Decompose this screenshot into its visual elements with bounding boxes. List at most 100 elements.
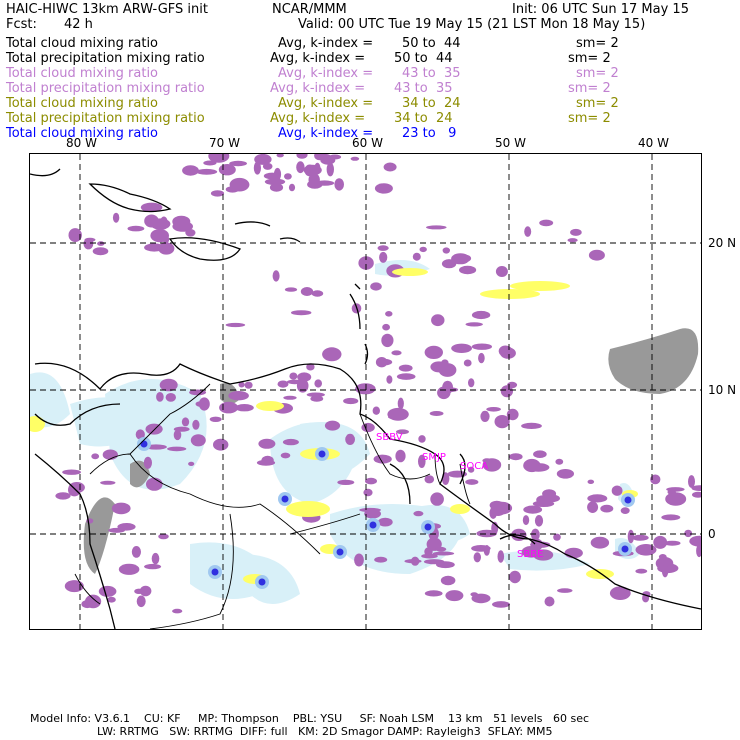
purple-echo — [143, 456, 152, 469]
map-canvas — [30, 154, 701, 629]
purple-echo — [158, 533, 169, 540]
legend-field-name: Total precipitation mixing ratio — [6, 81, 205, 96]
purple-echo — [451, 343, 472, 353]
purple-echo — [696, 544, 701, 558]
purple-echo — [188, 461, 195, 466]
purple-echo — [322, 347, 342, 362]
purple-echo — [397, 397, 404, 410]
blue-core — [281, 495, 289, 503]
purple-echo — [377, 517, 393, 527]
purple-echo — [181, 417, 190, 427]
purple-echo — [297, 372, 312, 382]
purple-echo — [587, 501, 599, 513]
purple-echo — [395, 449, 406, 463]
legend-avg-label: Avg, k-index = — [270, 81, 366, 96]
blue-core — [624, 496, 632, 504]
purple-echo — [283, 395, 297, 400]
purple-echo — [534, 515, 544, 527]
purple-echo — [314, 379, 323, 388]
purple-echo — [117, 523, 136, 531]
purple-echo — [692, 491, 701, 498]
purple-echo — [159, 378, 178, 392]
purple-echo — [463, 359, 472, 367]
purple-echo — [429, 411, 444, 416]
purple-echo — [165, 393, 176, 402]
blue-core — [258, 578, 266, 586]
purple-echo — [445, 590, 464, 602]
purple-echo — [210, 190, 225, 197]
purple-echo — [665, 492, 687, 506]
model-info-line1: Model Info: V3.6.1 CU: KF MP: Thompson P… — [30, 712, 590, 725]
fcst-label: Fcst: — [6, 17, 37, 32]
yellow-echo — [392, 268, 428, 276]
purple-echo — [413, 510, 424, 517]
purple-echo — [635, 544, 657, 556]
purple-echo — [158, 242, 175, 255]
purple-echo — [542, 489, 557, 499]
purple-echo — [136, 595, 146, 608]
purple-echo — [334, 178, 345, 191]
purple-echo — [663, 540, 681, 546]
purple-echo — [296, 154, 308, 159]
legend-avg-label: Avg, k-index = — [270, 51, 366, 66]
purple-echo — [195, 401, 206, 407]
purple-echo — [446, 579, 455, 585]
purple-echo — [435, 546, 447, 552]
purple-echo — [388, 414, 407, 420]
purple-echo — [441, 259, 457, 269]
purple-echo — [471, 343, 492, 350]
purple-echo — [410, 556, 420, 566]
purple-echo — [436, 561, 455, 569]
purple-echo — [438, 363, 457, 377]
purple-echo — [345, 433, 355, 445]
station-label-sbbe: SBBE — [517, 549, 544, 560]
purple-echo — [280, 452, 291, 459]
purple-echo — [118, 563, 140, 575]
purple-echo — [459, 265, 477, 275]
purple-echo — [396, 373, 416, 380]
purple-echo — [98, 585, 117, 597]
legend-field-name: Total cloud mixing ratio — [6, 96, 159, 111]
purple-echo — [264, 178, 286, 186]
purple-echo — [291, 310, 312, 316]
purple-echo — [386, 375, 393, 384]
purple-echo — [377, 245, 389, 251]
purple-echo — [150, 218, 171, 230]
purple-echo — [272, 270, 280, 282]
legend-smoothing: sm= 2 — [568, 81, 611, 96]
purple-echo — [146, 477, 163, 491]
purple-echo — [471, 310, 491, 320]
legend-smoothing: sm= 2 — [576, 66, 619, 81]
purple-echo — [480, 410, 490, 422]
purple-echo — [632, 534, 649, 541]
purple-echo — [379, 251, 388, 263]
purple-echo — [635, 568, 648, 574]
purple-echo — [289, 372, 298, 380]
purple-echo — [219, 401, 239, 414]
legend-range: 34 to 24 — [402, 96, 461, 111]
purple-echo — [83, 238, 94, 250]
blue-core — [424, 523, 432, 531]
model-title: HAIC-HIWC 13km ARW-GFS init — [6, 2, 208, 17]
station-label-sbbv: SBBV — [376, 432, 403, 443]
yellow-echo — [450, 504, 470, 514]
blue-core — [369, 521, 377, 529]
legend-avg-label: Avg, k-index = — [278, 36, 374, 51]
purple-echo — [354, 553, 364, 567]
purple-echo — [490, 504, 506, 516]
purple-echo — [412, 252, 421, 261]
purple-echo — [111, 502, 131, 515]
purple-echo — [288, 183, 296, 192]
purple-echo — [284, 173, 292, 180]
purple-echo — [100, 480, 116, 485]
purple-echo — [365, 477, 377, 485]
lat-label-0: 0 — [708, 527, 716, 541]
purple-echo — [225, 322, 246, 328]
purple-echo — [398, 364, 413, 372]
org-label: NCAR/MMM — [272, 2, 347, 17]
purple-echo — [661, 514, 681, 521]
purple-echo — [263, 172, 281, 180]
purple-echo — [381, 333, 394, 348]
purple-echo — [370, 282, 382, 291]
purple-echo — [424, 345, 443, 359]
